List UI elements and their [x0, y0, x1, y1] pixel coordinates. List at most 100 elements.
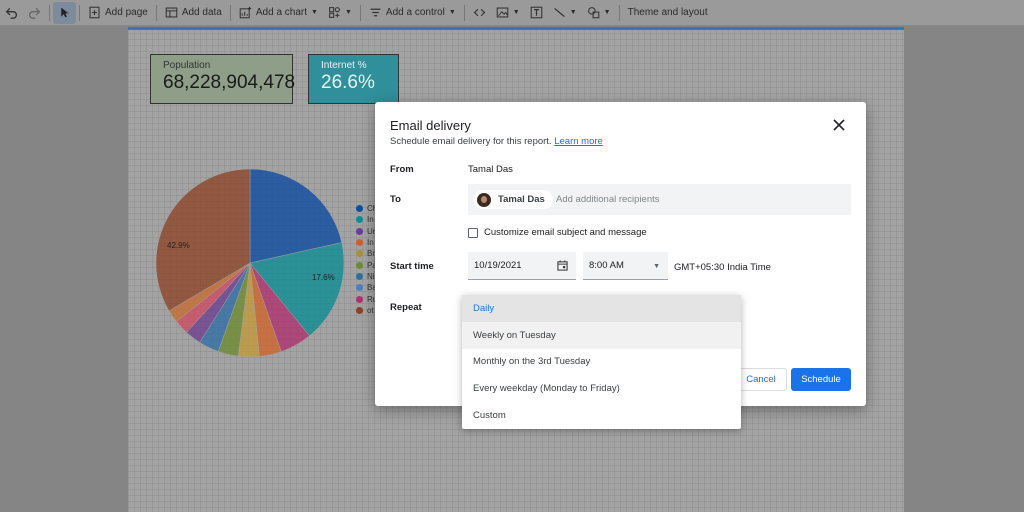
dialog-title: Email delivery [390, 118, 471, 133]
timezone-label: GMT+05:30 India Time [674, 262, 771, 273]
calendar-icon[interactable] [557, 260, 568, 271]
add-control-button[interactable]: Add a control ▼ [364, 2, 461, 24]
repeat-option-monthly[interactable]: Monthly on the 3rd Tuesday [462, 349, 741, 376]
code-brackets-icon [473, 8, 486, 17]
repeat-dropdown-menu: Daily Weekly on Tuesday Monthly on the 3… [462, 295, 741, 429]
chevron-down-icon: ▼ [569, 9, 577, 16]
legend-label: In [367, 215, 374, 225]
canvas-header-bar [128, 27, 904, 30]
chevron-down-icon: ▼ [311, 9, 318, 16]
theme-and-layout-button[interactable]: Theme and layout [623, 2, 713, 24]
insert-image-button[interactable]: ▼ [491, 2, 525, 24]
start-time-label: Start time [390, 261, 434, 272]
scorecard-value: 68,228,904,478 [163, 72, 296, 93]
cursor-arrow-icon [61, 7, 69, 18]
legend-swatch [356, 306, 363, 314]
add-chart-icon [239, 6, 252, 19]
components-icon [329, 7, 340, 18]
shapes-icon [587, 7, 599, 19]
community-visualizations-button[interactable]: ▼ [323, 2, 357, 24]
legend-swatch [356, 216, 363, 224]
scorecard-label: Internet % [321, 60, 367, 71]
legend-swatch [356, 295, 363, 303]
redo-button[interactable] [23, 2, 46, 24]
scorecard-label: Population [163, 60, 211, 71]
undo-button[interactable] [0, 2, 23, 24]
toolbar: Add page Add data Add a chart ▼ ▼ Add a … [0, 0, 1024, 26]
add-data-icon [165, 7, 178, 18]
close-icon [833, 119, 845, 131]
redo-icon [29, 7, 41, 19]
legend-swatch [356, 250, 363, 258]
schedule-button[interactable]: Schedule [791, 368, 851, 391]
start-time-select[interactable]: 8:00 AM ▼ [583, 252, 668, 280]
scorecard-population[interactable]: Population 68,228,904,478 [150, 54, 296, 104]
toolbar-divider [463, 4, 465, 21]
start-date-field[interactable]: 10/19/2021 [468, 252, 576, 280]
toolbar-divider [359, 4, 361, 21]
dialog-subtitle: Schedule email delivery for this report.… [390, 136, 603, 147]
repeat-option-weekdays[interactable]: Every weekday (Monday to Friday) [462, 375, 741, 402]
pie-chart[interactable]: 17.6% 42.9% [155, 168, 345, 358]
customize-checkbox[interactable] [468, 227, 478, 238]
start-time-value: 8:00 AM [589, 260, 624, 271]
add-chart-label: Add a chart [255, 7, 308, 18]
line-tool-button[interactable]: ▼ [548, 2, 582, 24]
from-value: Tamal Das [468, 164, 513, 175]
scorecard-value: 26.6% [321, 72, 375, 93]
toolbar-divider [618, 4, 620, 21]
legend-swatch [356, 261, 363, 269]
customize-label: Customize email subject and message [484, 227, 647, 238]
theme-and-layout-label: Theme and layout [627, 7, 708, 18]
add-data-button[interactable]: Add data [160, 2, 227, 24]
to-label: To [390, 194, 401, 205]
repeat-option-weekly[interactable]: Weekly on Tuesday [462, 321, 741, 349]
chevron-down-icon: ▼ [653, 263, 660, 270]
shape-tool-button[interactable]: ▼ [582, 2, 616, 24]
chevron-down-icon: ▼ [448, 9, 456, 16]
close-button[interactable] [830, 116, 848, 134]
scorecard-internet[interactable]: Internet % 26.6% [308, 54, 399, 104]
start-date-value: 10/19/2021 [474, 260, 522, 271]
repeat-option-daily[interactable]: Daily [462, 295, 741, 322]
repeat-option-custom[interactable]: Custom [462, 402, 741, 429]
chevron-down-icon: ▼ [344, 9, 352, 16]
add-chart-button[interactable]: Add a chart ▼ [234, 2, 323, 24]
recipient-name: Tamal Das [498, 194, 545, 205]
learn-more-link[interactable]: Learn more [554, 136, 603, 147]
toolbar-divider [229, 4, 231, 21]
repeat-label: Repeat [390, 302, 422, 313]
chevron-down-icon: ▼ [603, 9, 611, 16]
from-label: From [390, 164, 414, 175]
dialog-subtitle-text: Schedule email delivery for this report. [390, 136, 552, 147]
line-icon [553, 7, 565, 18]
customize-subject-option[interactable]: Customize email subject and message [468, 227, 647, 238]
recipients-field[interactable]: Tamal Das Add additional recipients [468, 184, 851, 215]
legend-label: Ni [367, 271, 375, 281]
add-page-button[interactable]: Add page [83, 2, 153, 24]
avatar [477, 192, 491, 207]
text-box-button[interactable] [525, 2, 548, 24]
image-icon [496, 7, 509, 18]
add-page-label: Add page [105, 7, 148, 18]
toolbar-divider [79, 4, 80, 21]
chevron-down-icon: ▼ [512, 9, 520, 16]
add-control-label: Add a control [385, 7, 445, 18]
legend-swatch [356, 205, 363, 213]
legend-swatch [356, 227, 363, 235]
toolbar-divider [155, 4, 157, 21]
add-data-label: Add data [181, 7, 222, 18]
pie-slice-label: 17.6% [312, 273, 335, 282]
legend-swatch [356, 239, 363, 247]
add-recipients-input[interactable]: Add additional recipients [556, 194, 660, 205]
toolbar-divider [49, 4, 50, 21]
legend-swatch [356, 284, 363, 292]
embed-url-button[interactable] [468, 2, 491, 24]
select-tool-button[interactable] [53, 1, 76, 24]
legend-label: Br [367, 249, 375, 259]
cancel-button[interactable]: Cancel [735, 368, 787, 391]
add-page-icon [89, 6, 100, 19]
legend-label: In [367, 238, 374, 248]
add-control-icon [370, 8, 381, 17]
recipient-chip[interactable]: Tamal Das [473, 190, 553, 209]
